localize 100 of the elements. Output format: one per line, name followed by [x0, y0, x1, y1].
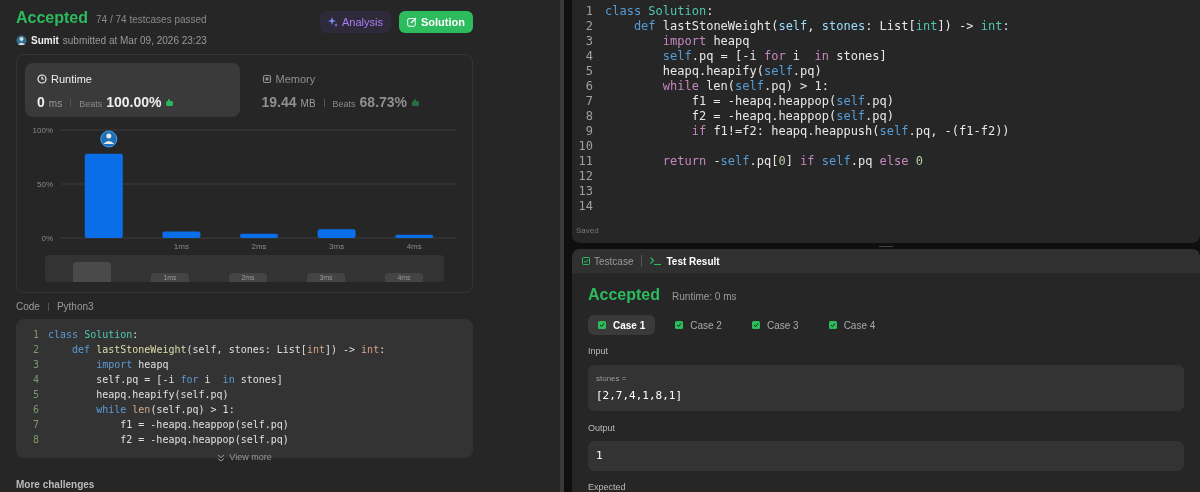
code-line: heapq.heapify(self.pq): [95, 388, 229, 402]
code-line: f1 = -heapq.heappop(self.pq): [690, 94, 894, 109]
code-line: if f1!=f2: heapq.heappush(self.pq, -(f1-f2)): [690, 124, 1010, 139]
code-line: def lastStoneWeight(self, stones: List[int]) -> int:: [71, 343, 386, 357]
code-line: return -self.pq[0] if self.pq else 0: [661, 154, 923, 169]
runtime-text: Runtime: 0 ms: [672, 290, 737, 304]
code-line: import heapq: [661, 34, 750, 49]
submitted-time: submitted at Mar 09, 2026 23:23: [62, 34, 207, 48]
line-number: 1: [584, 4, 594, 19]
axis-label: 1ms: [173, 242, 189, 251]
code-line: f1 = -heapq.heappop(self.pq): [119, 418, 289, 432]
clock-icon: [37, 74, 47, 85]
result-status: Accepted: [588, 285, 661, 305]
username[interactable]: Sumit: [31, 33, 59, 48]
axis-label: 50%: [37, 180, 53, 189]
chip-icon: [261, 74, 272, 85]
case-tab[interactable]: Case 4: [818, 315, 886, 335]
stat-title: Runtime: [51, 72, 92, 87]
code-line: while len(self.pq) > 1:: [661, 79, 829, 94]
stat-unit: MB: [300, 96, 316, 111]
code-line: class Solution:: [48, 328, 139, 342]
bar: [395, 234, 434, 238]
axis-label: 3ms: [329, 242, 345, 251]
status-title: Accepted: [16, 8, 89, 28]
checkbox-icon: [582, 257, 590, 265]
line-number: 7: [584, 94, 594, 109]
bar: [162, 231, 201, 238]
axis-label: 100%: [32, 126, 53, 135]
input-value: [2,7,4,1,8,1]: [596, 387, 684, 404]
save-status: Saved: [576, 225, 600, 238]
check-icon: [828, 321, 837, 329]
line-number: 9: [584, 124, 594, 139]
case-tab[interactable]: Case 2: [665, 315, 732, 335]
code-line: while len(self.pq) > 1:: [95, 403, 235, 417]
line-number: 4: [584, 49, 594, 64]
beats-value: 100.00%: [106, 92, 162, 112]
line-number: 12: [577, 169, 594, 184]
stat-unit: ms: [48, 96, 63, 111]
code-line: heapq.heapify(self.pq): [661, 64, 822, 79]
line-number: 2: [31, 343, 40, 357]
line-number: 14: [577, 199, 594, 214]
line-number: 10: [577, 139, 594, 154]
check-icon: [675, 321, 684, 329]
bar: [240, 233, 278, 238]
input-label: Input: [588, 345, 610, 358]
line-number: 11: [577, 154, 594, 169]
code-line: f2 = -heapq.heappop(self.pq): [690, 109, 894, 124]
panel-tab[interactable]: Test Result: [650, 253, 720, 269]
output-label: Output: [588, 421, 617, 435]
line-number: 5: [584, 64, 594, 79]
beats-label: Beats: [79, 97, 103, 111]
line-number: 3: [31, 358, 40, 372]
code-line: f2 = -heapq.heappop(self.pq): [119, 433, 289, 447]
case-tab[interactable]: Case 1: [588, 315, 656, 335]
line-number: 8: [31, 433, 40, 447]
sparkle-icon: [328, 17, 339, 27]
section-title: More challenges: [16, 478, 96, 492]
line-number: 1: [31, 328, 40, 342]
panel-tab[interactable]: Testcase: [582, 253, 634, 269]
code-label: Code: [16, 300, 40, 314]
check-icon: [598, 321, 606, 329]
view-more-button[interactable]: View more: [217, 451, 272, 465]
case-tab[interactable]: Case 3: [741, 315, 809, 335]
stat-title: Memory: [275, 72, 316, 87]
bar: [317, 229, 356, 238]
avatar-icon: [100, 130, 118, 148]
beats-value: 68.73%: [359, 92, 408, 112]
line-number: 2: [584, 19, 594, 34]
stat-card[interactable]: Memory 19.44 MB Beats 68.73%: [249, 63, 464, 117]
line-number: 4: [31, 373, 40, 387]
line-number: 6: [584, 79, 594, 94]
variable-name: stones =: [596, 372, 628, 385]
beats-label: Beats: [332, 97, 356, 111]
language-label: Python3: [56, 300, 94, 314]
testcase-count: 74 / 74 testcases passed: [96, 13, 207, 27]
stat-value: 19.44: [261, 92, 297, 112]
axis-label: 2ms: [251, 242, 267, 251]
output-value: 1: [596, 447, 603, 464]
code-line: import heapq: [95, 358, 169, 372]
line-number: 7: [31, 418, 40, 432]
check-icon: [751, 321, 760, 329]
code-line: self.pq = [-i for i in stones]: [95, 373, 283, 387]
line-number: 6: [31, 403, 40, 417]
stat-value: 0: [37, 92, 45, 112]
expected-label: Expected: [588, 482, 627, 492]
line-number: 5: [31, 388, 40, 402]
axis-label: 0%: [41, 234, 53, 243]
analysis-button[interactable]: Analysis: [320, 11, 391, 33]
line-number: 13: [577, 184, 594, 199]
terminal-icon: [650, 257, 663, 265]
code-line: self.pq = [-i for i in stones]: [661, 49, 887, 64]
chevrons-down-icon: [217, 453, 226, 462]
stat-card[interactable]: Runtime 0 ms Beats 100.00%: [25, 63, 240, 117]
code-line: def lastStoneWeight(self, stones: List[int]) -> int:: [632, 19, 1010, 34]
avatar-icon: [16, 35, 27, 46]
overview-bar: [73, 262, 111, 282]
edit-icon: [407, 17, 417, 27]
code-line: class Solution:: [605, 4, 714, 19]
axis-label: 4ms: [406, 242, 422, 251]
line-number: 3: [584, 34, 594, 49]
